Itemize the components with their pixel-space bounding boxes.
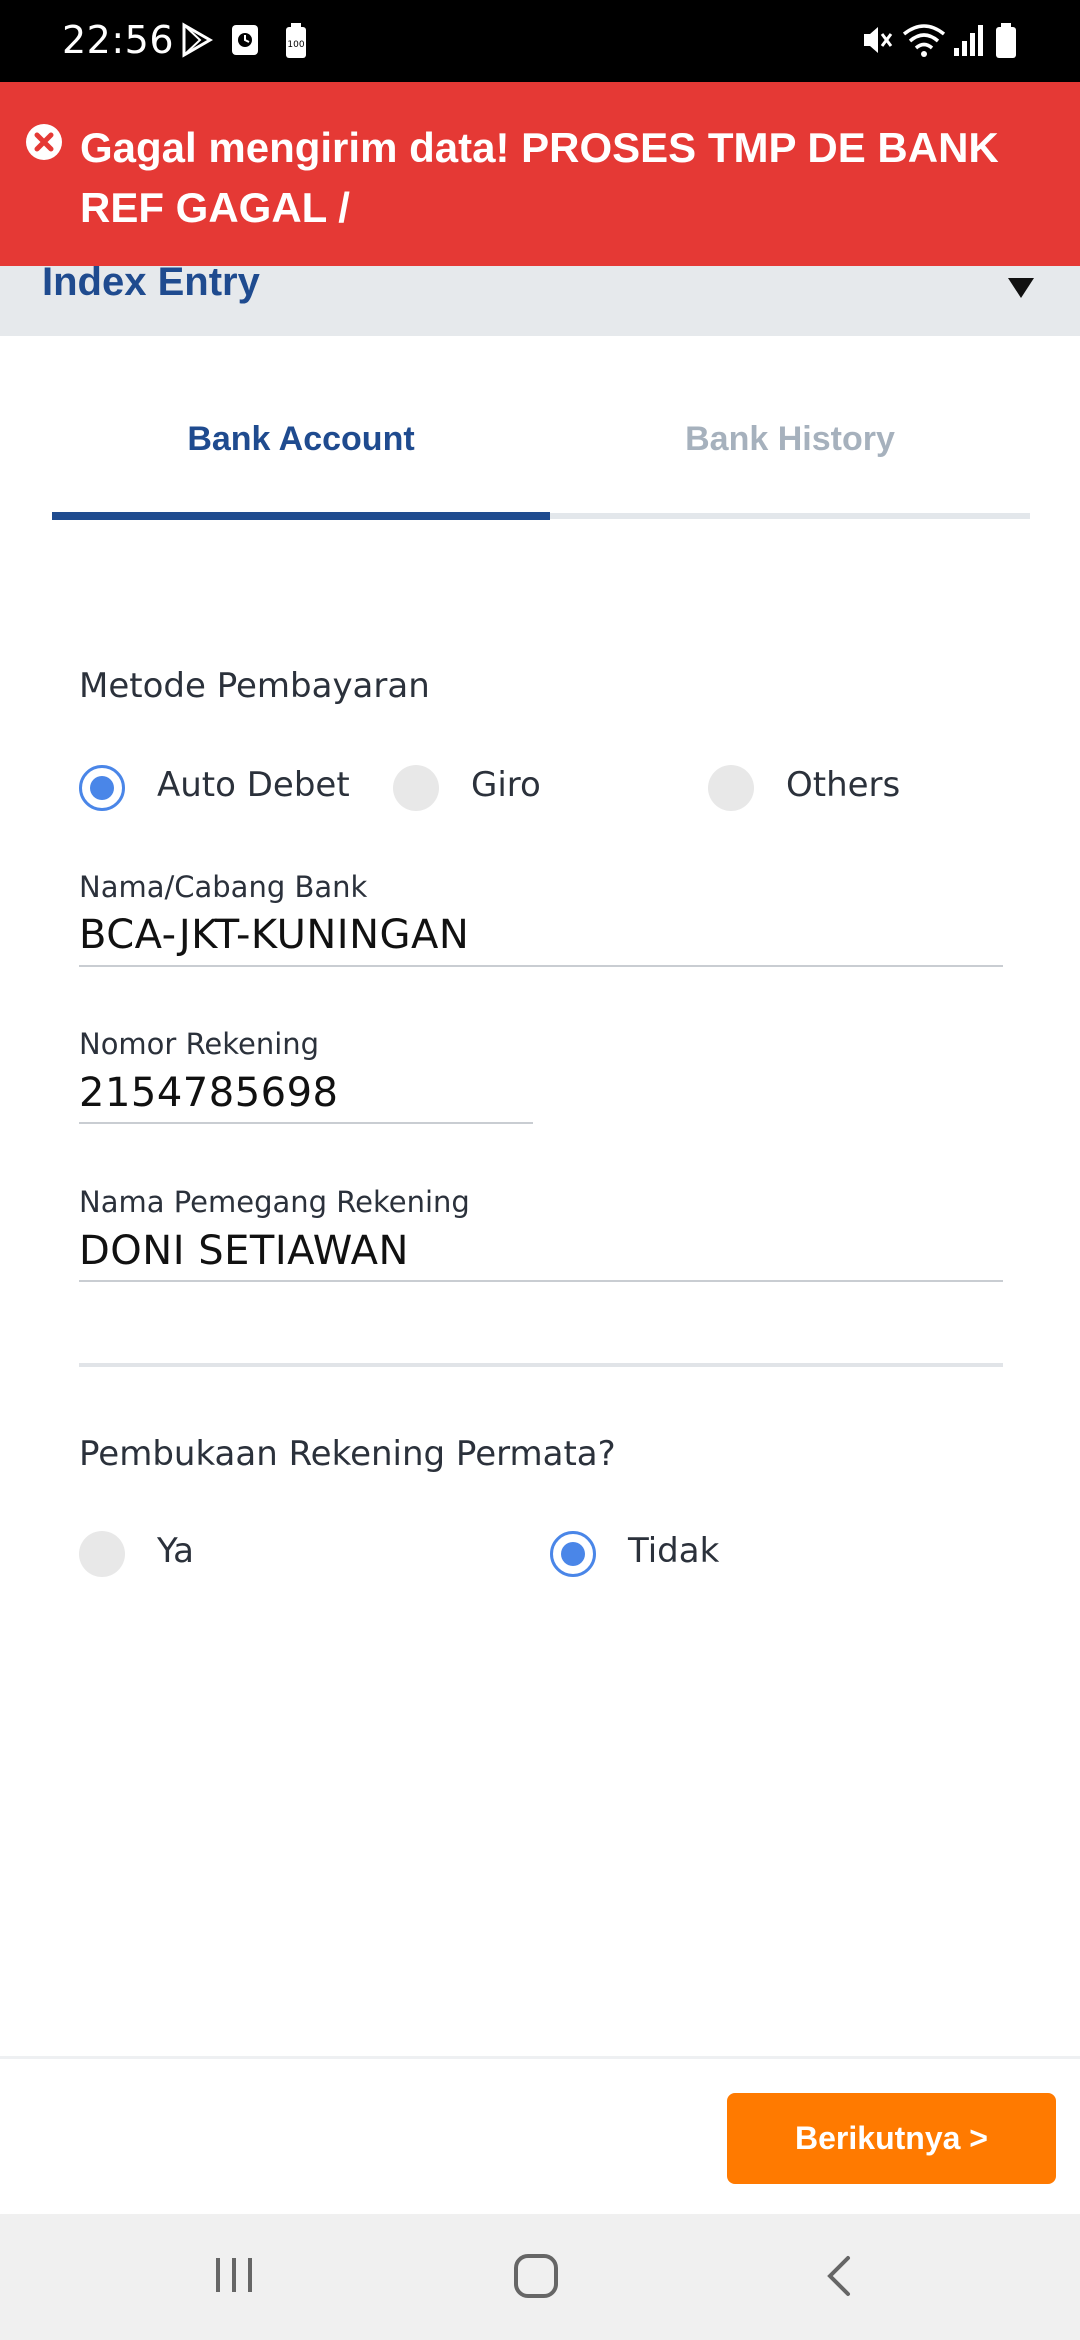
battery-saver-icon: 100 [286, 23, 306, 58]
home-icon[interactable] [512, 2252, 560, 2300]
wifi-icon [902, 24, 946, 57]
radio-ya-label[interactable]: Ya [157, 1531, 194, 1571]
tab-indicator-active [52, 512, 550, 520]
radio-others-label[interactable]: Others [786, 765, 900, 805]
bank-branch-input[interactable]: BCA-JKT-KUNINGAN [79, 912, 469, 958]
account-number-underline [79, 1122, 533, 1124]
system-nav-bar [0, 2214, 1080, 2340]
radio-giro-label[interactable]: Giro [471, 765, 541, 805]
radio-others[interactable] [708, 765, 754, 811]
radio-auto-debet[interactable] [79, 765, 125, 811]
svg-text:100: 100 [287, 40, 304, 50]
radio-tidak[interactable] [550, 1531, 596, 1577]
error-banner: Gagal mengirim data! PROSES TMP DE BANK … [0, 82, 1080, 266]
bank-branch-label: Nama/Cabang Bank [79, 870, 368, 904]
holder-name-input[interactable]: DONI SETIAWAN [79, 1228, 409, 1274]
dropdown-caret-icon [1008, 278, 1034, 298]
holder-name-underline [79, 1280, 1003, 1282]
radio-ya[interactable] [79, 1531, 125, 1577]
battery-icon [996, 23, 1016, 58]
mute-icon [864, 27, 893, 53]
screen-icon [232, 25, 258, 55]
tab-bank-history[interactable]: Bank History [545, 420, 1035, 459]
tab-indicator-track [550, 513, 1030, 519]
signal-icon [954, 25, 983, 56]
error-circle-icon [26, 124, 62, 160]
payment-method-label: Metode Pembayaran [79, 666, 430, 706]
next-button[interactable]: Berikutnya > [727, 2093, 1056, 2184]
status-bar: 22:56 100 [0, 0, 1080, 82]
bank-branch-underline [79, 965, 1003, 967]
back-icon[interactable] [822, 2252, 856, 2300]
play-store-icon [182, 22, 214, 58]
error-message: Gagal mengirim data! PROSES TMP DE BANK … [80, 124, 999, 231]
radio-tidak-label[interactable]: Tidak [628, 1531, 719, 1571]
recent-apps-icon[interactable] [212, 2252, 256, 2298]
status-time: 22:56 [62, 18, 175, 62]
permata-question-label: Pembukaan Rekening Permata? [79, 1434, 616, 1474]
index-entry-title: Index Entry [42, 266, 260, 304]
holder-name-label: Nama Pemegang Rekening [79, 1185, 470, 1219]
radio-giro[interactable] [393, 765, 439, 811]
account-number-input[interactable]: 2154785698 [79, 1070, 339, 1116]
section-divider [79, 1363, 1003, 1367]
tab-bank-account[interactable]: Bank Account [56, 420, 546, 459]
radio-auto-debet-label[interactable]: Auto Debet [157, 765, 350, 805]
account-number-label: Nomor Rekening [79, 1027, 320, 1061]
index-entry-dropdown[interactable]: Index Entry [0, 266, 1080, 336]
